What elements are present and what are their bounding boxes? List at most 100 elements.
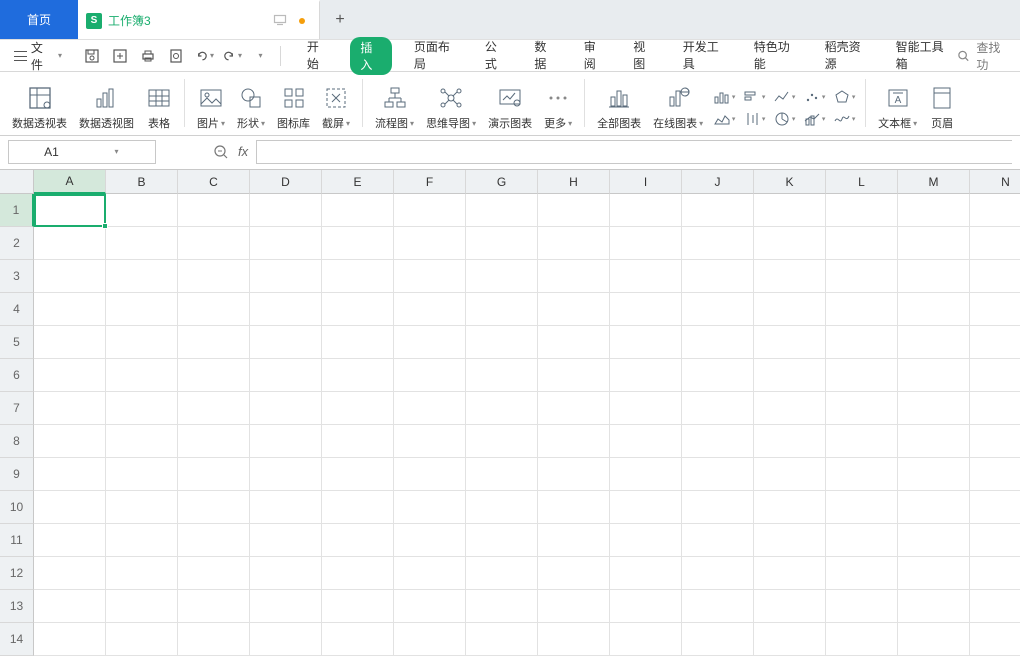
cell[interactable] [322, 392, 394, 425]
cell[interactable] [250, 359, 322, 392]
cell[interactable] [466, 623, 538, 656]
row-header[interactable]: 6 [0, 359, 34, 392]
row-header[interactable]: 11 [0, 524, 34, 557]
row-header[interactable]: 10 [0, 491, 34, 524]
cell[interactable] [394, 194, 466, 227]
cell[interactable] [754, 623, 826, 656]
column-header[interactable]: B [106, 170, 178, 194]
cell[interactable] [34, 491, 106, 524]
table-button[interactable]: 表格 [140, 73, 178, 133]
save-button[interactable] [82, 46, 102, 66]
cell[interactable] [754, 458, 826, 491]
cell[interactable] [826, 557, 898, 590]
cell[interactable] [322, 491, 394, 524]
row-header[interactable]: 8 [0, 425, 34, 458]
cell[interactable] [34, 260, 106, 293]
cell[interactable] [538, 557, 610, 590]
cell[interactable] [754, 524, 826, 557]
cell[interactable] [682, 425, 754, 458]
cell[interactable] [394, 359, 466, 392]
row-header[interactable]: 1 [0, 194, 34, 227]
cell[interactable] [826, 359, 898, 392]
cell[interactable] [466, 491, 538, 524]
cancel-formula-button[interactable] [212, 143, 230, 161]
column-chart-button[interactable]: ▾ [712, 87, 736, 107]
sparkline-button[interactable]: ▾ [832, 109, 856, 129]
spreadsheet-grid[interactable]: ABCDEFGHIJKLMN 1234567891011121314 [0, 170, 1020, 662]
scatter-chart-button[interactable]: ▾ [802, 87, 826, 107]
cell[interactable] [34, 194, 106, 227]
cell[interactable] [250, 326, 322, 359]
icons-button[interactable]: 图标库 [271, 73, 316, 133]
cell[interactable] [682, 392, 754, 425]
cell[interactable] [250, 590, 322, 623]
row-header[interactable]: 4 [0, 293, 34, 326]
row-header[interactable]: 9 [0, 458, 34, 491]
column-header[interactable]: A [34, 170, 106, 194]
cell[interactable] [466, 425, 538, 458]
online-chart-button[interactable]: 在线图表▾ [647, 73, 709, 133]
cell[interactable] [394, 623, 466, 656]
cell[interactable] [322, 458, 394, 491]
cell[interactable] [970, 425, 1020, 458]
cell[interactable] [970, 491, 1020, 524]
cell[interactable] [106, 293, 178, 326]
pivot-table-button[interactable]: 数据透视表 [6, 73, 73, 133]
cell[interactable] [106, 392, 178, 425]
tab-formula[interactable]: 公式 [479, 36, 512, 76]
cell[interactable] [682, 491, 754, 524]
cell[interactable] [322, 326, 394, 359]
cell[interactable] [538, 623, 610, 656]
cell[interactable] [610, 326, 682, 359]
column-header[interactable]: M [898, 170, 970, 194]
cell[interactable] [754, 260, 826, 293]
cell[interactable] [34, 392, 106, 425]
cell[interactable] [322, 425, 394, 458]
row-header[interactable]: 2 [0, 227, 34, 260]
cell[interactable] [250, 458, 322, 491]
cell[interactable] [898, 194, 970, 227]
cell[interactable] [898, 524, 970, 557]
cell[interactable] [682, 326, 754, 359]
column-header[interactable]: F [394, 170, 466, 194]
tab-start[interactable]: 开始 [301, 36, 334, 76]
cell[interactable] [898, 260, 970, 293]
cell[interactable] [538, 392, 610, 425]
cell[interactable] [970, 590, 1020, 623]
cell[interactable] [322, 623, 394, 656]
area-chart-button[interactable]: ▾ [712, 109, 736, 129]
cell[interactable] [970, 260, 1020, 293]
redo-button[interactable]: ▾ [222, 46, 242, 66]
column-header[interactable]: L [826, 170, 898, 194]
column-header[interactable]: K [754, 170, 826, 194]
cell[interactable] [466, 458, 538, 491]
cell[interactable] [466, 326, 538, 359]
cell[interactable] [538, 194, 610, 227]
cell[interactable] [322, 359, 394, 392]
cell[interactable] [538, 326, 610, 359]
cell[interactable] [754, 326, 826, 359]
cell[interactable] [898, 227, 970, 260]
tab-data[interactable]: 数据 [528, 36, 561, 76]
cell[interactable] [826, 227, 898, 260]
cell[interactable] [898, 359, 970, 392]
cell[interactable] [682, 227, 754, 260]
cell[interactable] [610, 260, 682, 293]
cell[interactable] [610, 458, 682, 491]
cell[interactable] [106, 524, 178, 557]
cell[interactable] [466, 359, 538, 392]
cell[interactable] [466, 194, 538, 227]
cell[interactable] [178, 458, 250, 491]
document-tab[interactable]: S 工作簿3 [78, 0, 320, 39]
cell[interactable] [178, 590, 250, 623]
cell[interactable] [826, 491, 898, 524]
cell[interactable] [970, 392, 1020, 425]
cell[interactable] [466, 260, 538, 293]
cell[interactable] [106, 623, 178, 656]
cell[interactable] [178, 623, 250, 656]
cell[interactable] [610, 557, 682, 590]
formula-input[interactable] [256, 140, 1012, 164]
textbox-button[interactable]: A 文本框▾ [872, 73, 923, 133]
cell[interactable] [898, 557, 970, 590]
row-header[interactable]: 12 [0, 557, 34, 590]
